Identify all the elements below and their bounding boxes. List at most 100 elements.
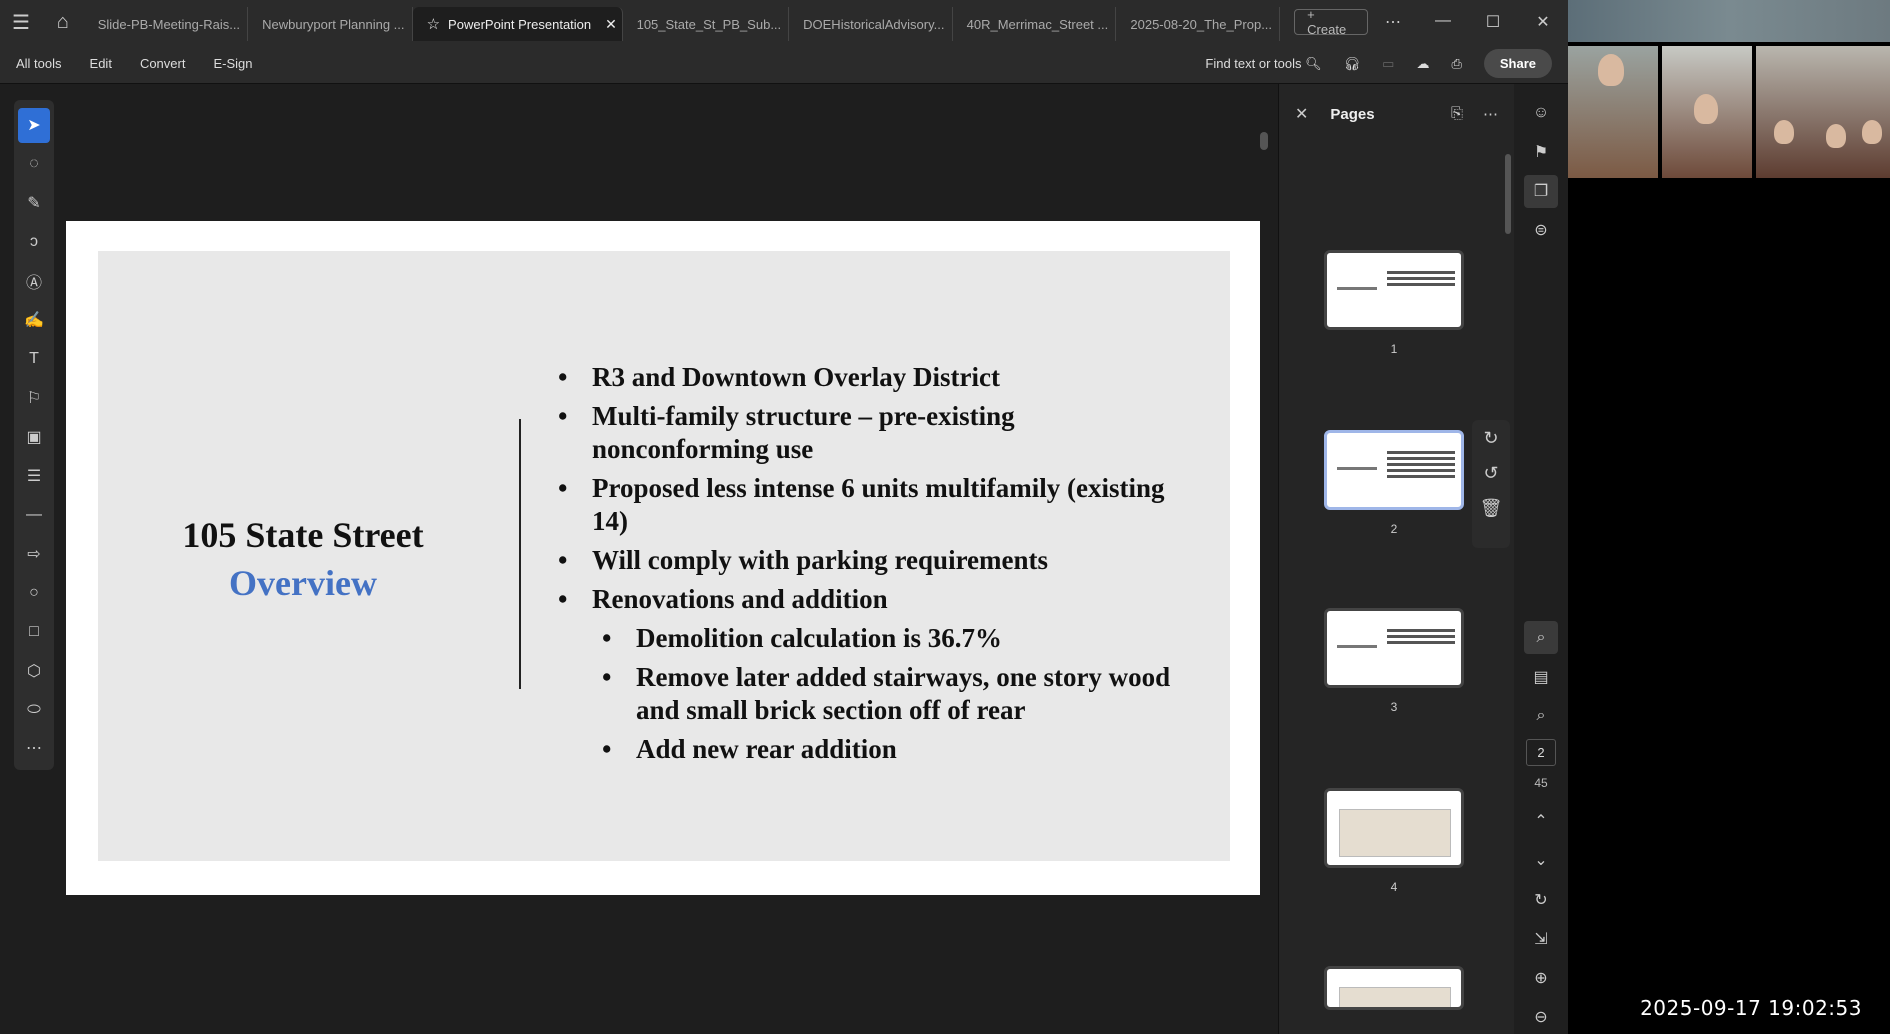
circle-icon[interactable]: ○ (18, 575, 50, 610)
add-text-icon[interactable]: T (18, 342, 50, 377)
scrollbar-thumb[interactable] (1260, 132, 1268, 150)
page-thumbnail-2[interactable]: 2 (1324, 430, 1464, 536)
zoom-search-icon[interactable]: ⌕ (1524, 700, 1558, 733)
person-image (1862, 120, 1882, 144)
bullet-item: R3 and Downtown Overlay District (558, 361, 1198, 394)
previous-page-icon[interactable]: ⌃ (1524, 804, 1558, 837)
more-tools-icon[interactable]: ⋯ (18, 731, 50, 766)
pen-icon[interactable]: ✎ (18, 186, 50, 221)
bullet-item: Will comply with parking requirements (558, 544, 1198, 577)
extract-icon[interactable]: ⇲ (1524, 922, 1558, 955)
panel-scrollbar[interactable] (1503, 144, 1513, 1004)
tab-label: PowerPoint Presentation (448, 16, 592, 32)
video-timestamp: 2025-09-17 19:02:53 (1640, 996, 1862, 1020)
document-scrollbar[interactable] (1258, 100, 1270, 1015)
menu-esign[interactable]: E-Sign (213, 56, 252, 71)
menu-convert[interactable]: Convert (140, 56, 186, 71)
thumbnail-text (1387, 271, 1455, 289)
bullet-item: Renovations and addition (558, 583, 1198, 616)
select-cursor-icon[interactable]: ➤ (18, 108, 50, 143)
share-button[interactable]: Share (1483, 49, 1552, 78)
thumbnail-image (1324, 608, 1464, 688)
layers-icon[interactable]: ⊜ (1524, 214, 1558, 247)
tab-5[interactable]: DOEHistoricalAdvisory... (789, 7, 953, 41)
close-tab-icon[interactable]: ✕ (605, 16, 617, 33)
rotate-clockwise-icon[interactable]: ↻ (1483, 428, 1498, 449)
upload-cloud-icon[interactable]: ☁ (1416, 56, 1429, 72)
floor-plan-image (1339, 987, 1451, 1007)
scrollbar-thumb[interactable] (1505, 154, 1511, 234)
pages-icon[interactable]: ❐ (1524, 174, 1558, 208)
tab-bar: ☰ ⌂ Slide-PB-Meeting-Rais... Newburyport… (0, 0, 1568, 44)
camera-feed-member (1662, 46, 1752, 178)
page-thumbnail-5[interactable] (1324, 966, 1464, 1010)
close-window-icon[interactable]: ✕ (1518, 12, 1568, 32)
camera-feed-board (1756, 46, 1890, 178)
polygon-icon[interactable]: ⬡ (18, 653, 50, 688)
camera-feed-presenter (1568, 46, 1658, 178)
tab-7[interactable]: 2025-08-20_The_Prop... (1116, 7, 1281, 41)
page-thumbnail-3[interactable]: 3 (1324, 608, 1464, 714)
minimize-icon[interactable]: — (1418, 12, 1468, 32)
delete-page-icon[interactable]: 🗑︎ (1480, 498, 1503, 519)
tab-label: 40R_Merrimac_Street ... (966, 16, 1109, 32)
find-text-or-tools[interactable]: Find text or tools 🔍︎ (1205, 56, 1321, 72)
tab-4[interactable]: 105_State_St_PB_Sub... (623, 7, 790, 41)
search-document-icon[interactable]: ⌕ (1524, 621, 1558, 655)
menu-right-actions: Find text or tools 🔍︎ 🎧︎ ▭ ☁ ⎙ Share (1205, 49, 1568, 78)
document-canvas[interactable]: 105 State Street Overview R3 and Downtow… (56, 84, 1266, 1034)
text-box-icon[interactable]: Ⓐ (18, 264, 50, 299)
print-icon[interactable]: ⎙ (1451, 56, 1461, 72)
home-icon[interactable]: ⌂ (42, 0, 84, 44)
page-thumbnail-4[interactable]: 4 (1324, 788, 1464, 894)
star-icon[interactable]: ☆ (427, 15, 440, 33)
current-page-field[interactable]: 2 (1526, 738, 1556, 767)
page-number: 2 (1390, 522, 1398, 536)
fill-sign-icon[interactable]: ✍ (18, 303, 50, 338)
stamp-icon[interactable]: ▣ (18, 420, 50, 455)
read-aloud-icon[interactable]: 🎧︎ (1344, 56, 1361, 72)
note-icon[interactable]: ☰ (18, 458, 50, 493)
menu-edit[interactable]: Edit (90, 56, 112, 71)
menu-all-tools[interactable]: All tools (16, 56, 62, 71)
insert-page-icon[interactable]: ⎘ (1451, 105, 1463, 123)
tab-active[interactable]: ☆ PowerPoint Presentation ✕ (412, 7, 623, 41)
page-properties-icon[interactable]: ▤ (1524, 660, 1558, 693)
next-page-icon[interactable]: ⌄ (1524, 844, 1558, 877)
rotate-counterclockwise-icon[interactable]: ↺ (1483, 463, 1498, 484)
zoom-in-icon[interactable]: ⊕ (1524, 962, 1558, 995)
rectangle-icon[interactable]: □ (18, 614, 50, 649)
close-panel-icon[interactable]: ✕ (1295, 104, 1308, 124)
left-toolbar: ➤ ◌ ✎ ↄ Ⓐ ✍ T ⚐ ▣ ☰ — ⇨ ○ □ ⬡ ⬭ ⋯ (14, 100, 54, 770)
tab-2[interactable]: Newburyport Planning ... (248, 7, 413, 41)
save-icon[interactable]: ▭ (1382, 56, 1394, 72)
lasso-icon[interactable]: ↄ (18, 225, 50, 260)
thumbnail-text (1337, 287, 1377, 290)
panel-more-icon[interactable]: ⋯ (1483, 105, 1498, 123)
bookmark-icon[interactable]: ⚐ (18, 381, 50, 416)
zoom-out-icon[interactable]: ⊖ (1524, 1001, 1558, 1034)
arrow-icon[interactable]: ⇨ (18, 536, 50, 571)
person-image (1826, 124, 1846, 148)
thumbnail-text (1337, 645, 1377, 648)
maximize-icon[interactable]: ☐ (1468, 12, 1518, 32)
create-button[interactable]: + Create (1294, 7, 1368, 37)
bookmarks-icon[interactable]: ⚑ (1524, 135, 1558, 168)
comments-icon[interactable]: ☺ (1524, 96, 1558, 129)
tab-1[interactable]: Slide-PB-Meeting-Rais... (84, 7, 249, 41)
more-options-icon[interactable]: ⋯ (1368, 12, 1418, 32)
tab-6[interactable]: 40R_Merrimac_Street ... (953, 7, 1117, 41)
thumbnail-image (1324, 430, 1464, 510)
cloud-shape-icon[interactable]: ⬭ (18, 692, 50, 727)
comment-icon[interactable]: ◌ (18, 147, 50, 182)
bullet-list: R3 and Downtown Overlay District Multi-f… (558, 361, 1198, 772)
page-actions-toolbar: ↻ ↺ 🗑︎ (1472, 420, 1510, 548)
hamburger-menu-icon[interactable]: ☰ (0, 0, 42, 44)
refresh-icon[interactable]: ↻ (1524, 883, 1558, 916)
page-thumbnail-1[interactable]: 1 (1324, 250, 1464, 356)
total-pages: 45 (1534, 776, 1548, 791)
sub-bullet-item: Add new rear addition (602, 733, 1198, 766)
search-icon: 🔍︎ (1305, 55, 1322, 71)
tab-label: 2025-08-20_The_Prop... (1130, 16, 1273, 32)
line-icon[interactable]: — (18, 497, 50, 532)
